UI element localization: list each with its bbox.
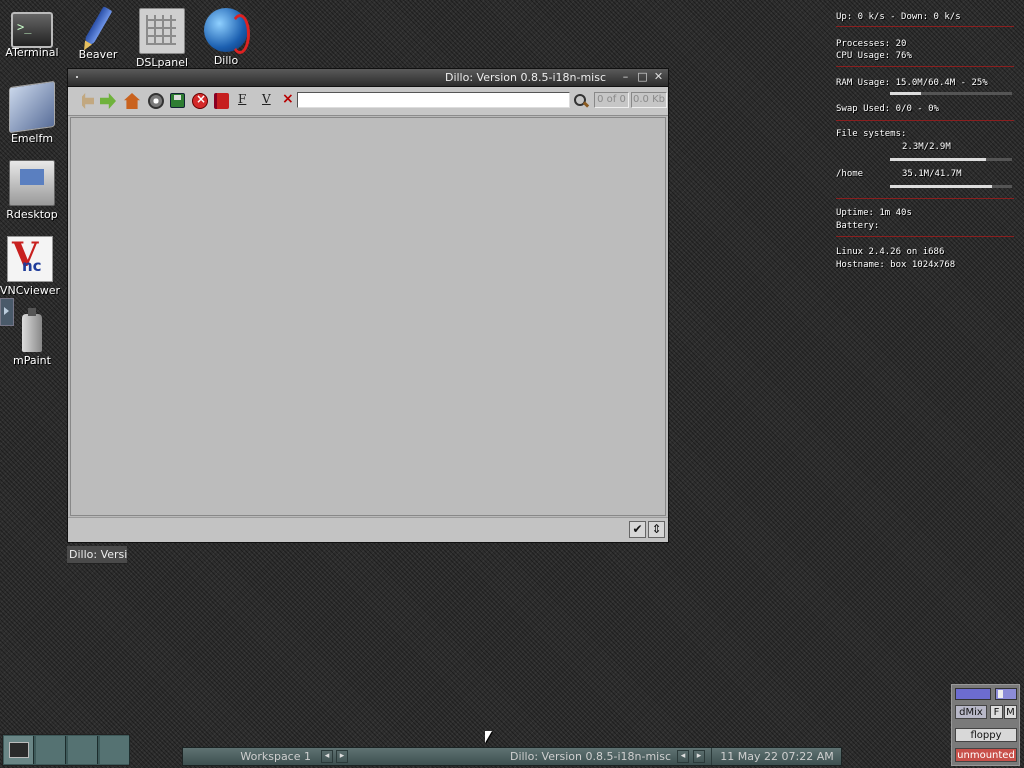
check-icon[interactable]: ✔ [629, 521, 646, 538]
save-icon[interactable] [170, 93, 185, 108]
cpu-usage: CPU Usage: 76% [836, 51, 912, 61]
clock: 11 May 22 07:22 AM [711, 748, 842, 765]
dmix-button[interactable]: dMix [955, 705, 987, 719]
spray-can-icon [22, 308, 42, 352]
vnc-icon [7, 235, 53, 282]
swap-usage: Swap Used: 0/0 - 0% [836, 104, 939, 114]
mixer-f-button[interactable]: F [990, 705, 1003, 719]
root-fs-bar [890, 158, 1012, 161]
file-manager-icon [9, 80, 55, 134]
pen-icon [83, 6, 113, 46]
pager-desk-4[interactable] [100, 736, 130, 764]
mouse-cursor-icon [485, 731, 492, 743]
workspace-next-button[interactable]: ▸ [336, 750, 348, 763]
images-progress: 0 of 0 [594, 92, 629, 108]
task-next-button[interactable]: ▸ [693, 750, 705, 763]
kernel-info: Linux 2.4.26 on i686 [836, 247, 945, 257]
search-icon[interactable] [573, 93, 589, 109]
dillo-window: Dillo: Version 0.8.5-i18n-misc – □ ✕ F V… [67, 68, 669, 543]
monitor-divider [836, 66, 1014, 67]
monitor-divider [836, 198, 1014, 199]
root-fs-usage: 2.3M/2.9M [902, 142, 951, 152]
window-titlebar[interactable]: Dillo: Version 0.8.5-i18n-misc – □ ✕ [68, 69, 668, 87]
desktop-icon-label: Beaver [78, 48, 118, 61]
stop-icon[interactable] [192, 92, 208, 109]
workspace-pager [2, 734, 130, 766]
desktop-icon-label: Emelfm [10, 132, 54, 145]
page-progress: 0.0 Kb [631, 92, 667, 108]
window-title: Dillo: Version 0.8.5-i18n-misc [444, 71, 606, 84]
desktop-icon-rdesktop[interactable]: Rdesktop [0, 160, 68, 221]
desktop-icon-label: Rdesktop [6, 208, 58, 221]
window-menu-button[interactable] [72, 72, 82, 82]
task-prev-button[interactable]: ◂ [677, 750, 689, 763]
process-count: Processes: 20 [836, 39, 907, 49]
reload-icon[interactable] [148, 93, 164, 109]
desktop-icon-label: VNCviewer [0, 284, 61, 297]
desktop-icon-label: Dillo [213, 54, 239, 67]
desktop-icon-vncviewer[interactable]: VNCviewer [0, 235, 66, 297]
desktop-icon-aterminal[interactable]: ATerminal [0, 8, 68, 59]
page-viewport[interactable] [70, 117, 666, 516]
home-fs-usage: 35.1M/41.7M [902, 169, 962, 179]
side-panel-toggle[interactable] [0, 298, 14, 326]
pager-desk-1[interactable] [4, 736, 34, 764]
desktop-icon-emelfm[interactable]: Emelfm [0, 80, 68, 145]
mixer-m-button[interactable]: M [1004, 705, 1017, 719]
home-icon[interactable] [124, 93, 140, 109]
filesystems-title: File systems: [836, 129, 907, 139]
home-fs-bar [890, 185, 1012, 188]
back-arrow-icon[interactable] [78, 93, 94, 109]
window-tooltip: Dillo: Versi [67, 546, 127, 564]
hostname-info: Hostname: box 1024x768 [836, 260, 956, 270]
balance-slider[interactable] [995, 688, 1017, 700]
forward-arrow-icon[interactable] [100, 93, 116, 109]
dock-applets: dMix F M floppy unmounted [951, 684, 1020, 766]
computer-icon [9, 160, 55, 206]
workspace-prev-button[interactable]: ◂ [321, 750, 333, 763]
desktop-icon-beaver[interactable]: Beaver [62, 6, 134, 61]
monitor-divider [836, 236, 1014, 237]
browser-toolbar: F V × 0 of 0 0.0 Kb [68, 87, 668, 116]
fullscreen-button[interactable]: F [238, 92, 254, 108]
bookmarks-icon[interactable] [214, 93, 229, 109]
monitor-divider [836, 26, 1014, 27]
minimize-button[interactable]: – [619, 71, 632, 83]
status-bar: ✔ ⇕ [68, 517, 668, 542]
monitor-divider [836, 120, 1014, 121]
pager-desk-3[interactable] [68, 736, 98, 764]
view-button[interactable]: V [262, 92, 278, 108]
desktop-icon-dslpanel[interactable]: DSLpanel [126, 8, 198, 69]
expand-icon[interactable]: ⇕ [648, 521, 665, 538]
desktop-icon-dillo[interactable]: Dillo [190, 8, 262, 67]
home-fs-label: /home [836, 169, 864, 179]
desktop-icon-label: mPaint [13, 354, 51, 367]
workspace-label[interactable]: Workspace 1 [183, 748, 317, 765]
floppy-button[interactable]: floppy [955, 728, 1017, 742]
ram-usage-bar [890, 92, 1012, 95]
control-panel-icon [139, 8, 185, 54]
maximize-button[interactable]: □ [636, 71, 649, 83]
battery: Battery: [836, 221, 880, 231]
clear-url-button[interactable]: × [282, 91, 298, 107]
network-stats: Up: 0 k/s - Down: 0 k/s [836, 12, 961, 22]
taskbar: Workspace 1 ◂ ▸ Dillo: Version 0.8.5-i18… [182, 747, 842, 766]
uptime: Uptime: 1m 40s [836, 208, 912, 218]
task-dillo[interactable]: Dillo: Version 0.8.5-i18n-misc [355, 748, 675, 765]
globe-icon [204, 8, 250, 54]
mount-status-button[interactable]: unmounted [955, 748, 1017, 762]
ram-usage: RAM Usage: 15.0M/60.4M - 25% [836, 78, 988, 88]
terminal-icon [11, 12, 53, 48]
url-input[interactable] [297, 92, 570, 108]
volume-slider[interactable] [955, 688, 991, 700]
mixer-volume-bars[interactable] [955, 688, 1017, 700]
pager-desk-2[interactable] [36, 736, 66, 764]
close-button[interactable]: ✕ [652, 71, 665, 83]
